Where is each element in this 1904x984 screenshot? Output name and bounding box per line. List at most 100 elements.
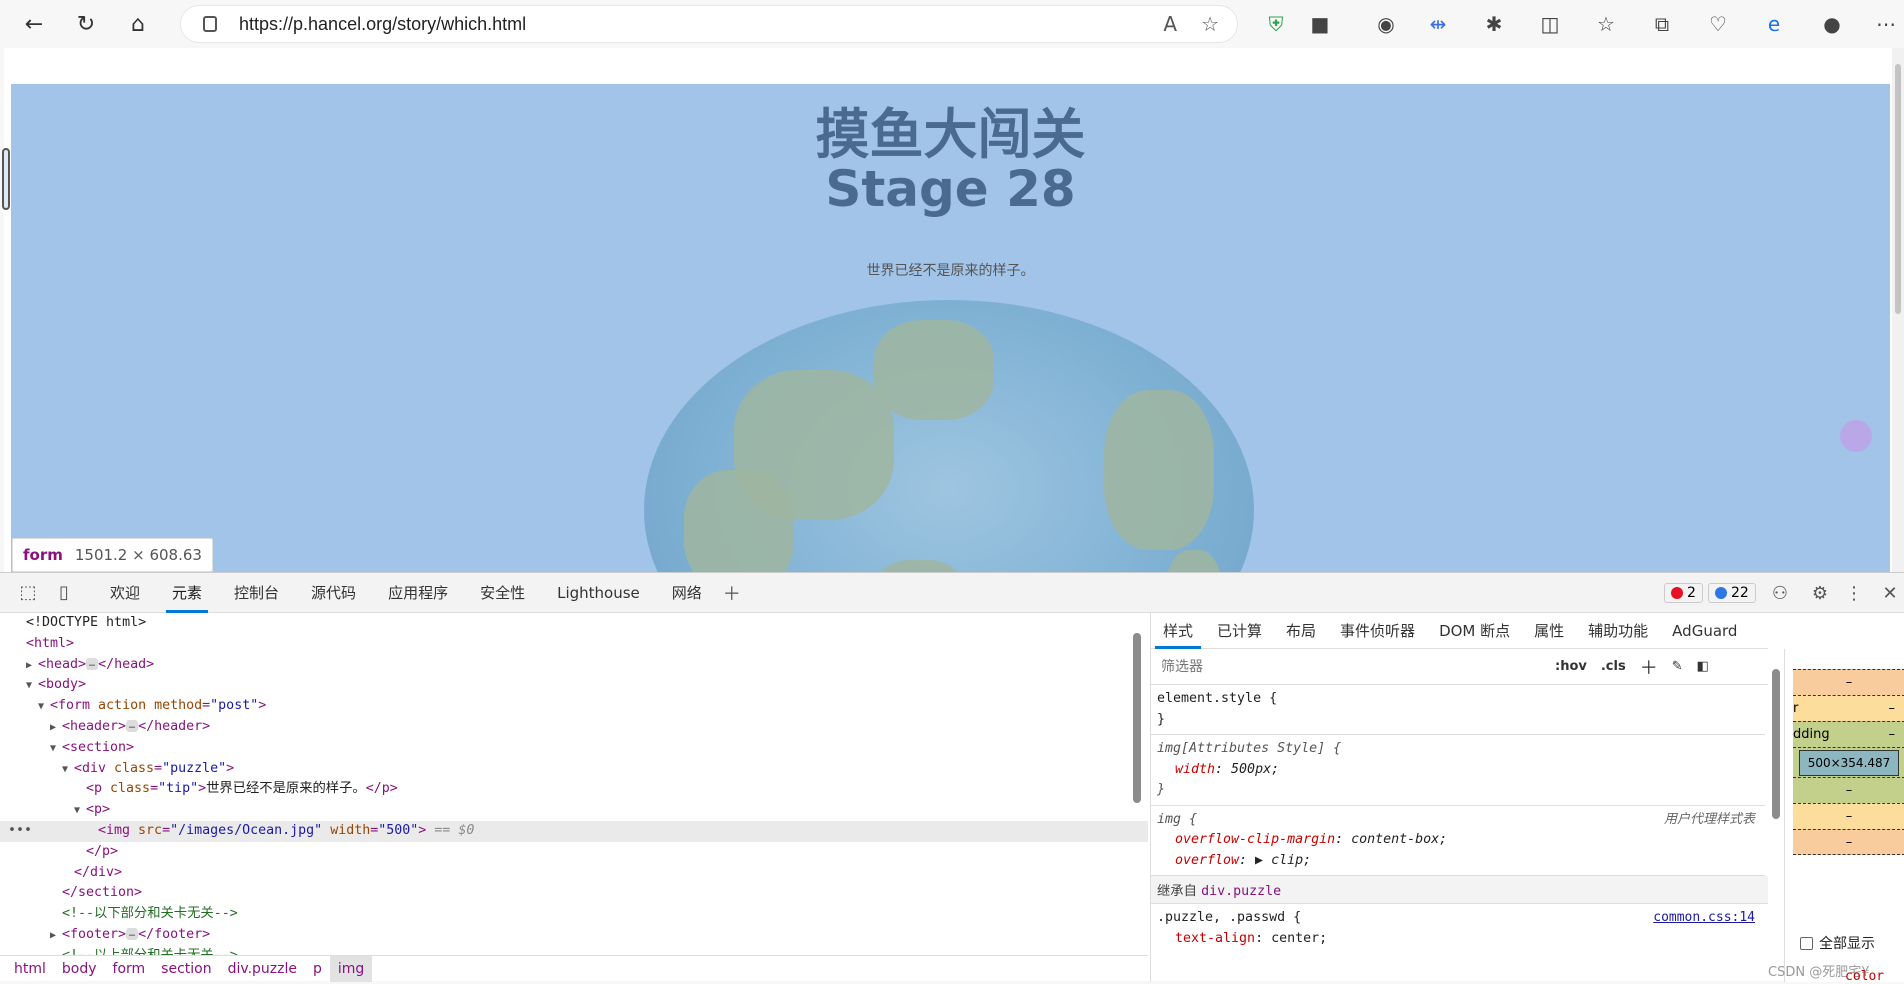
dom-node-row[interactable]: ▼ <body> xyxy=(0,675,1148,696)
more-menu-icon[interactable]: ⋯ xyxy=(1872,10,1900,38)
device-toolbar-icon[interactable]: ▯ xyxy=(50,579,78,607)
dom-node-row[interactable]: ▼ <form action method="post"> xyxy=(0,696,1148,717)
health-icon[interactable]: ♡ xyxy=(1704,10,1732,38)
home-icon[interactable]: ⌂ xyxy=(120,6,156,42)
dom-node-row[interactable]: <!--以上部分和关卡无关--> xyxy=(0,946,1148,955)
devtools-tab[interactable]: 安全性 xyxy=(464,573,541,613)
collapsed-triangle-icon[interactable]: ▶ xyxy=(50,718,62,739)
devtools-tab[interactable]: 欢迎 xyxy=(94,573,156,613)
devtools-tab[interactable]: 源代码 xyxy=(295,573,372,613)
page-scrollbar[interactable] xyxy=(1892,48,1904,572)
breadcrumb-item[interactable]: form xyxy=(105,956,154,982)
address-bar[interactable]: https://p.hancel.org/story/which.html A … xyxy=(180,5,1238,43)
close-devtools-icon[interactable]: ✕ xyxy=(1876,579,1904,607)
read-aloud-icon[interactable]: A xyxy=(1163,12,1177,36)
add-tab-icon[interactable]: ＋ xyxy=(718,579,746,607)
breadcrumb-item[interactable]: body xyxy=(54,956,105,982)
expanded-triangle-icon[interactable]: ▼ xyxy=(26,676,38,697)
inherit-source[interactable]: div.puzzle xyxy=(1201,884,1281,899)
dom-node-row[interactable]: ▼ <div class="puzzle"> xyxy=(0,759,1148,780)
dom-node-row[interactable]: ▶ <footer>… </footer> xyxy=(0,925,1148,946)
devtools-tab[interactable]: 网络 xyxy=(656,573,718,613)
dom-node-row[interactable]: ▶ <head>… </head> xyxy=(0,655,1148,676)
collapsed-triangle-icon[interactable]: ▶ xyxy=(50,926,62,947)
attr-style-rule[interactable]: img[Attributes Style] { width: 500px; } xyxy=(1151,735,1765,806)
styles-subtab[interactable]: 属性 xyxy=(1522,613,1576,649)
node-actions-icon[interactable]: ••• xyxy=(8,821,32,842)
split-screen-icon[interactable]: ◫ xyxy=(1536,10,1564,38)
dom-token: = xyxy=(162,822,171,838)
expanded-triangle-icon[interactable]: ▼ xyxy=(38,697,50,718)
collapsed-triangle-icon[interactable]: ▶ xyxy=(26,656,38,677)
breadcrumb-item[interactable]: p xyxy=(305,956,330,982)
dom-node-row[interactable]: </p> xyxy=(0,842,1148,863)
favorite-star-icon[interactable]: ☆ xyxy=(1201,12,1219,36)
dom-node-row[interactable]: <!DOCTYPE html> xyxy=(0,613,1148,634)
breadcrumb-item[interactable]: div.puzzle xyxy=(220,956,305,982)
styles-subtab[interactable]: 辅助功能 xyxy=(1576,613,1660,649)
breadcrumb-item[interactable]: section xyxy=(153,956,219,982)
settings-gear-icon[interactable]: ⚙ xyxy=(1806,579,1834,607)
devtools-tab[interactable]: 应用程序 xyxy=(372,573,464,613)
split-icon[interactable]: ⇹ xyxy=(1424,10,1452,38)
hov-button[interactable]: :hov xyxy=(1555,659,1587,674)
breadcrumb-item[interactable]: img xyxy=(329,956,373,982)
styles-subtab[interactable]: 样式 xyxy=(1151,613,1205,649)
collapsed-content-badge[interactable]: … xyxy=(126,927,139,940)
favorites-icon[interactable]: ☆ xyxy=(1592,10,1620,38)
dom-node-row[interactable]: </section> xyxy=(0,883,1148,904)
collections-icon[interactable]: ⧉ xyxy=(1648,10,1676,38)
dom-node-row[interactable]: <p class="tip">世界已经不是原来的样子。</p> xyxy=(0,779,1148,800)
element-style-rule[interactable]: element.style { } xyxy=(1151,685,1765,735)
img-ua-rule[interactable]: img { 用户代理样式表 overflow-clip-margin: cont… xyxy=(1151,806,1765,876)
cls-button[interactable]: .cls xyxy=(1601,659,1626,674)
breadcrumb-item[interactable]: html xyxy=(6,956,54,982)
profile-avatar-icon[interactable]: ● xyxy=(1818,10,1846,38)
dom-node-row[interactable]: </div> xyxy=(0,863,1148,884)
toggle-sidebar-icon[interactable]: ◧ xyxy=(1697,659,1709,674)
expanded-triangle-icon[interactable]: ▼ xyxy=(74,801,86,822)
dom-node-row[interactable]: ▶ <header>… </header> xyxy=(0,717,1148,738)
devtools-tab[interactable]: 元素 xyxy=(156,573,218,613)
puzzle-rule[interactable]: .puzzle, .passwd { common.css:14 text-al… xyxy=(1151,904,1765,953)
expanded-triangle-icon[interactable]: ▼ xyxy=(50,739,62,760)
extension-icon[interactable]: ■ xyxy=(1306,10,1334,38)
dom-node-row[interactable]: ▼ <section> xyxy=(0,738,1148,759)
inspect-element-icon[interactable]: ⬚ xyxy=(14,579,42,607)
styles-subtab[interactable]: 布局 xyxy=(1274,613,1328,649)
devtools-tab[interactable]: Lighthouse xyxy=(541,573,656,613)
new-rule-icon[interactable]: ＋ xyxy=(1640,654,1658,680)
message-count-badge[interactable]: 22 xyxy=(1708,583,1756,603)
back-icon[interactable]: ← xyxy=(16,6,52,42)
styles-subtab[interactable]: 已计算 xyxy=(1205,613,1274,649)
styles-scrollbar[interactable] xyxy=(1770,649,1782,981)
source-link[interactable]: common.css:14 xyxy=(1653,908,1755,929)
translate-extension-icon[interactable]: ◉ xyxy=(1372,10,1400,38)
devtools-tab[interactable]: 控制台 xyxy=(218,573,295,613)
collapsed-content-badge[interactable]: … xyxy=(86,657,99,670)
paint-icon[interactable]: ✎ xyxy=(1672,659,1683,674)
expanded-triangle-icon[interactable]: ▼ xyxy=(62,760,74,781)
ie-mode-icon[interactable]: e xyxy=(1760,10,1788,38)
shield-extension-icon[interactable]: ⛨ xyxy=(1262,10,1290,38)
side-scroll-handle[interactable] xyxy=(2,148,10,210)
dom-node-row[interactable]: <!--以下部分和关卡无关--> xyxy=(0,904,1148,925)
dom-scrollbar[interactable] xyxy=(1132,617,1142,945)
connections-icon[interactable]: ⚇ xyxy=(1766,579,1794,607)
checkbox-box[interactable] xyxy=(1800,936,1813,950)
dom-token: == $0 xyxy=(426,822,475,838)
styles-subtab[interactable]: AdGuard xyxy=(1660,613,1749,649)
show-all-checkbox[interactable]: 全部显示 xyxy=(1800,933,1875,953)
more-options-icon[interactable]: ⋮ xyxy=(1840,579,1868,607)
styles-subtab[interactable]: DOM 断点 xyxy=(1427,613,1522,649)
dom-node-row[interactable]: ••• <img src="/images/Ocean.jpg" width="5… xyxy=(0,820,1148,842)
dom-node-row[interactable]: <html> xyxy=(0,634,1148,655)
error-count-badge[interactable]: 2 xyxy=(1664,583,1703,603)
styles-filter-input[interactable] xyxy=(1155,651,1541,682)
styles-subtab[interactable]: 事件侦听器 xyxy=(1328,613,1427,649)
brain-extension-icon[interactable] xyxy=(1840,420,1872,452)
dom-node-row[interactable]: ▼ <p> xyxy=(0,800,1148,821)
collapsed-content-badge[interactable]: … xyxy=(126,719,139,732)
refresh-icon[interactable]: ↻ xyxy=(68,6,104,42)
puzzle-extensions-icon[interactable]: ✱ xyxy=(1480,10,1508,38)
